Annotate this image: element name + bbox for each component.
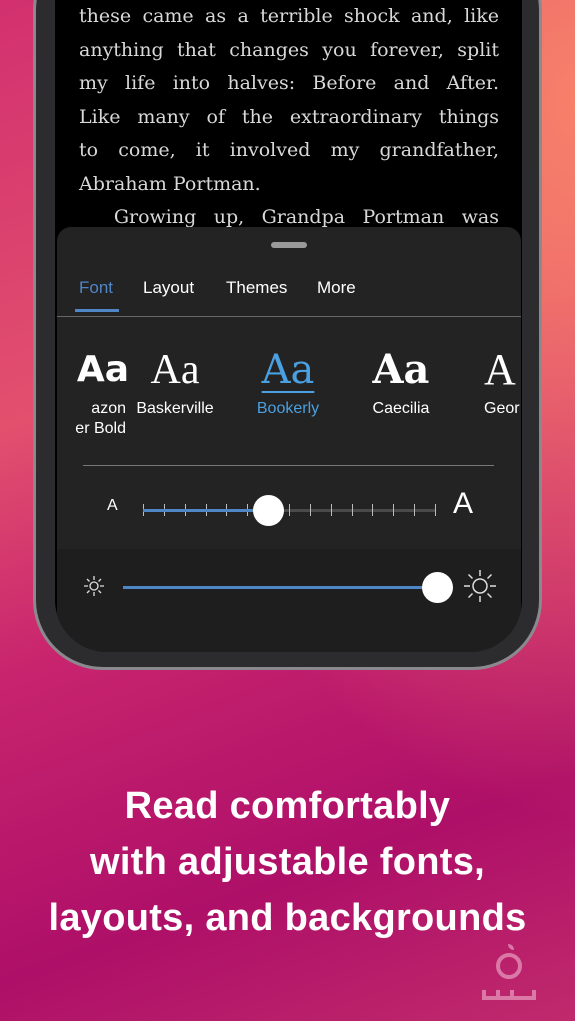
book-text: these came as a terrible shock and, like… [79,0,499,235]
sun-large-icon [464,570,496,602]
font-size-slider-thumb[interactable] [253,495,285,526]
text-line: anything that changes you forever, split [79,38,499,61]
slider-tick [351,504,353,516]
aa-settings-panel: Font Layout Themes More Aa azon er Bold … [57,227,521,652]
slider-tick [435,504,436,516]
watermark-logo [482,944,536,1000]
sun-small-icon [84,576,104,596]
slider-tick [372,504,374,516]
font-size-small-label: A [107,497,118,514]
slider-tick [330,504,332,516]
font-option-georgia[interactable]: A Geor [466,345,521,419]
slider-tick [309,504,311,516]
phone-screen: these came as a terrible shock and, like… [55,0,522,652]
font-size-slider-fill [143,509,269,512]
caption-line: Read comfortably [124,785,451,827]
slider-tick [414,504,416,516]
font-option-caecilia[interactable]: Aa Caecilia [341,345,461,419]
slider-tick [393,504,395,516]
caption-line: layouts, and backgrounds [48,897,527,939]
brightness-slider-thumb[interactable] [422,572,453,603]
brightness-slider-fill [123,586,437,589]
text-line: these came as a terrible shock and, like [79,5,499,27]
font-size-slider[interactable] [143,495,436,526]
marketing-caption: Read comfortably with adjustable fonts, … [0,778,575,946]
font-option-baskerville[interactable]: Aa Baskerville [115,345,235,419]
slider-tick [289,504,290,516]
font-size-large-label: A [453,487,474,520]
brightness-row [57,549,521,652]
caption-line: with adjustable fonts, [89,841,486,883]
text-line: Like many of the extraordinary things [79,105,499,128]
brightness-slider[interactable] [123,572,453,603]
font-option-bookerly[interactable]: Aa Bookerly [228,345,348,419]
text-line: to come, it involved my grandfather, [79,139,499,161]
text-line: Abraham Portman. [79,172,261,195]
divider [83,465,494,466]
text-line: my life into halves: Before and After. [79,72,499,94]
